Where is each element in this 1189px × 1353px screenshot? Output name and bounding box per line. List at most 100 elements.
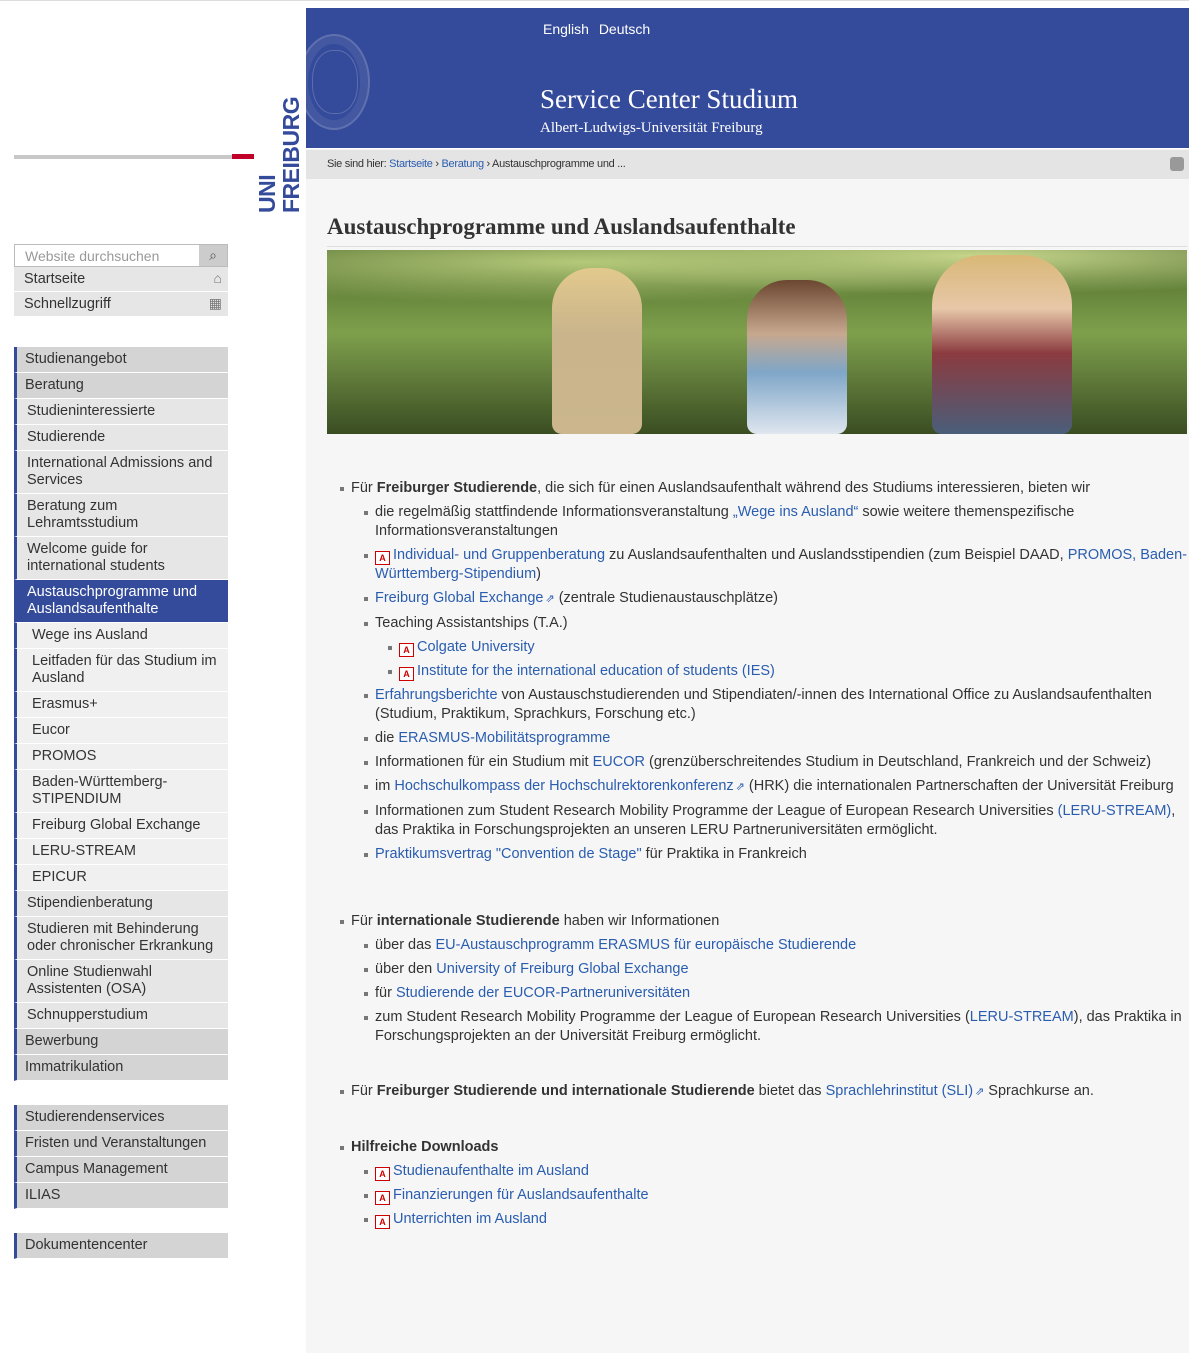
sidebar-item[interactable]: Online Studienwahl Assistenten (OSA) <box>14 960 228 1003</box>
pdf-icon: A <box>375 1167 390 1181</box>
link-ies[interactable]: Institute for the international educatio… <box>417 663 775 679</box>
print-icon[interactable] <box>1170 157 1184 171</box>
text: für Praktika in Frankreich <box>641 846 807 862</box>
sidebar-item[interactable]: Eucor <box>14 718 228 744</box>
text: über den <box>375 961 437 977</box>
sidebar-item[interactable]: ILIAS <box>14 1183 228 1209</box>
logo-bar <box>14 155 232 159</box>
sidebar-item[interactable]: LERU-STREAM <box>14 839 228 865</box>
sidebar-item[interactable]: Campus Management <box>14 1157 228 1183</box>
link-sli[interactable]: Sprachlehrinstitut (SLI) <box>826 1083 973 1099</box>
logo-freiburg: FREIBURG <box>278 96 304 213</box>
lang-deutsch[interactable]: Deutsch <box>599 21 650 37</box>
list-item: Freiburg Global Exchange ⇗ (zentrale Stud… <box>362 589 1188 609</box>
nav-group-main: Studienangebot Beratung Studieninteressier… <box>14 347 228 1081</box>
site-title[interactable]: Service Center Studium <box>540 84 798 115</box>
hero-image <box>327 250 1187 434</box>
section-downloads: Hilfreiche Downloads A Studienaufenthalte… <box>338 1138 1188 1229</box>
breadcrumb-beratung[interactable]: Beratung <box>442 158 485 170</box>
text: Informationen für ein Studium mit <box>375 754 593 770</box>
sidebar-item[interactable]: Beratung <box>14 373 228 399</box>
quick-startseite[interactable]: Startseite ⌂ <box>14 267 228 292</box>
sidebar-item[interactable]: Austauschprogramme und Auslandsaufenthal… <box>14 580 228 623</box>
link-uf-global-exchange[interactable]: University of Freiburg Global Exchange <box>436 961 688 977</box>
site-subtitle: Albert-Ludwigs-Universität Freiburg <box>540 120 763 136</box>
text: über das <box>375 937 436 953</box>
link-wege-ins-ausland[interactable]: „Wege ins Ausland“ <box>733 504 858 520</box>
nav-group-services: Studierendenservices Fristen und Veransta… <box>14 1105 228 1209</box>
nav-group-documents: Dokumentencenter <box>14 1233 228 1259</box>
list-item: Für internationale Studierende haben wir… <box>338 912 1188 1046</box>
pdf-icon: A <box>399 667 414 681</box>
sidebar-item[interactable]: International Admissions and Services <box>14 451 228 494</box>
search-placeholder: Website durchsuchen <box>25 248 160 264</box>
sidebar-item[interactable]: Studieninteressierte <box>14 399 228 425</box>
link-download-2[interactable]: Finanzierungen für Auslandsaufenthalte <box>393 1187 649 1203</box>
sublist: A Studienaufenthalte im Ausland A Finanzie… <box>362 1162 1188 1229</box>
breadcrumb-prefix: Sie sind hier: <box>327 158 390 170</box>
sidebar-item[interactable]: Studienangebot <box>14 347 228 373</box>
grid-icon: ▦ <box>208 295 222 311</box>
sidebar-item[interactable]: Welcome guide for international students <box>14 537 228 580</box>
link-hochschulkompass[interactable]: Hochschulkompass der Hochschulrektorenko… <box>394 778 733 794</box>
search-icon[interactable]: ⌕ <box>199 245 227 266</box>
hero-person-2 <box>747 280 847 434</box>
sidebar-item[interactable]: Stipendienberatung <box>14 891 228 917</box>
link-erfahrungsberichte[interactable]: Erfahrungsberichte <box>375 687 498 703</box>
sidebar-item[interactable]: Wege ins Ausland <box>14 623 228 649</box>
link-eu-erasmus[interactable]: EU-Austauschprogramm ERASMUS für europäi… <box>435 937 856 953</box>
hero-person-3 <box>932 255 1072 434</box>
text: haben wir Informationen <box>559 913 720 929</box>
list-item: A Institute for the international educati… <box>386 662 1188 681</box>
lang-english[interactable]: English <box>543 21 589 37</box>
breadcrumb-sep: › <box>483 158 493 170</box>
quick-schnellzugriff[interactable]: Schnellzugriff ▦ <box>14 292 228 317</box>
sidebar-item[interactable]: Studierende <box>14 425 228 451</box>
link-praktikumsvertrag[interactable]: Praktikumsvertrag "Convention de Stage" <box>375 846 642 862</box>
text: Informationen zum Student Research Mobil… <box>375 803 1058 819</box>
sidebar-item[interactable]: Studieren mit Behinderung oder chronisch… <box>14 917 228 960</box>
text: Teaching Assistantships (T.A.) <box>375 615 568 631</box>
list-item: über das EU-Austauschprogramm ERASMUS fü… <box>362 936 1188 955</box>
link-erasmus[interactable]: ERASMUS-Mobilitätsprogramme <box>398 730 610 746</box>
sidebar-item[interactable]: EPICUR <box>14 865 228 891</box>
external-link-icon: ⇗ <box>735 781 745 793</box>
sidebar-item[interactable]: Immatrikulation <box>14 1055 228 1081</box>
university-logo[interactable]: UNI FREIBURG <box>0 8 306 213</box>
sidebar: Website durchsuchen ⌕ Startseite ⌂ Schnel… <box>14 244 228 1283</box>
link-download-3[interactable]: Unterrichten im Ausland <box>393 1211 547 1227</box>
sidebar-item[interactable]: Beratung zum Lehramtsstudium <box>14 494 228 537</box>
text-bold: Freiburger Studierende und international… <box>376 1083 755 1099</box>
search-input[interactable]: Website durchsuchen ⌕ <box>14 244 228 267</box>
text: (HRK) die internationalen Partnerschafte… <box>744 778 1174 794</box>
link-colgate[interactable]: Colgate University <box>417 639 535 655</box>
link-eucor-partner[interactable]: Studierende der EUCOR-Partneruniversität… <box>396 985 690 1001</box>
link-leru-stream[interactable]: (LERU-STREAM) <box>1058 803 1172 819</box>
sidebar-item[interactable]: Freiburg Global Exchange <box>14 813 228 839</box>
sidebar-item[interactable]: Studierendenservices <box>14 1105 228 1131</box>
link-beratung[interactable]: Individual- und Gruppenberatung <box>393 547 605 563</box>
sidebar-item[interactable]: Baden-Württemberg-STIPENDIUM <box>14 770 228 813</box>
list-item: die ERASMUS-Mobilitätsprogramme <box>362 729 1188 748</box>
link-global-exchange[interactable]: Freiburg Global Exchange <box>375 590 543 606</box>
list-item: Für Freiburger Studierende, die sich für… <box>338 479 1188 864</box>
sidebar-item[interactable]: PROMOS <box>14 744 228 770</box>
sidebar-item[interactable]: Bewerbung <box>14 1029 228 1055</box>
sidebar-item[interactable]: Fristen und Veranstaltungen <box>14 1131 228 1157</box>
list-item: Für Freiburger Studierende und internati… <box>338 1082 1188 1102</box>
pdf-icon: A <box>375 1191 390 1205</box>
list-item: Praktikumsvertrag "Convention de Stage" … <box>362 845 1188 864</box>
link-eucor[interactable]: EUCOR <box>593 754 645 770</box>
breadcrumb-startseite[interactable]: Startseite <box>389 158 433 170</box>
text: für <box>375 985 396 1001</box>
sidebar-item[interactable]: Schnupperstudium <box>14 1003 228 1029</box>
link-download-1[interactable]: Studienaufenthalte im Ausland <box>393 1163 589 1179</box>
section-language-courses: Für Freiburger Studierende und internati… <box>338 1082 1188 1102</box>
sidebar-item[interactable]: Dokumentencenter <box>14 1233 228 1259</box>
sidebar-item[interactable]: Leitfaden für das Studium im Ausland <box>14 649 228 692</box>
hero-person-1 <box>552 268 642 434</box>
sidebar-item[interactable]: Erasmus+ <box>14 692 228 718</box>
top-divider <box>0 0 1189 8</box>
link-leru-stream-2[interactable]: LERU-STREAM <box>970 1009 1074 1025</box>
breadcrumb-current: Austauschprogramme und ... <box>492 158 626 170</box>
